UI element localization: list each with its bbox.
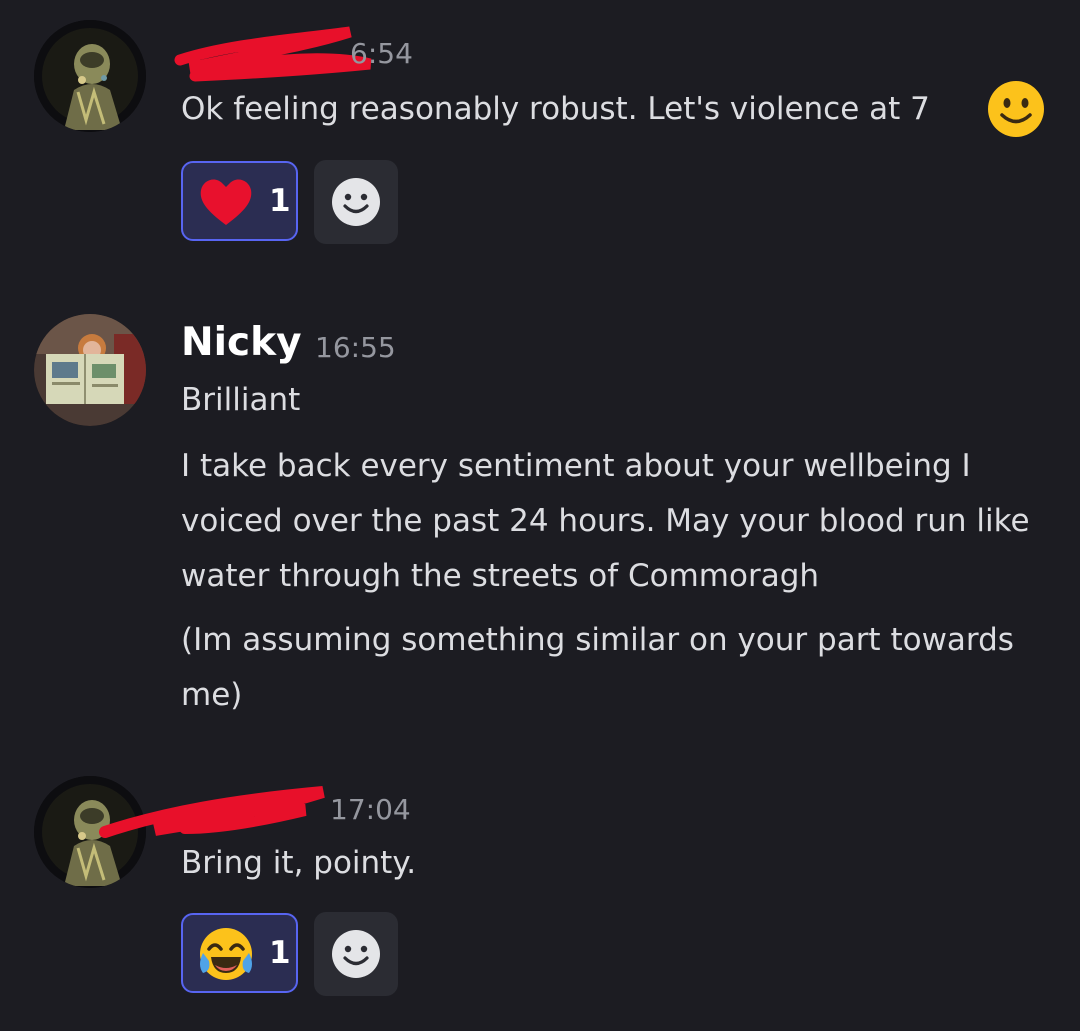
reaction-heart-button[interactable]: 1 [181,161,298,241]
message-author[interactable]: Nicky [181,320,302,365]
red-heart-icon [200,179,252,225]
message-text: Bring it, pointy. [181,845,417,881]
reaction-laugh-button[interactable]: 1 [181,913,298,993]
message-text: (Im assuming something similar on your p… [181,622,1014,713]
message-text: Ok feeling reasonably robust. Let's viol… [181,91,930,127]
add-reaction-button[interactable] [314,160,398,244]
user-avatar[interactable] [34,20,146,132]
message-timestamp: 17:04 [330,793,411,826]
face-with-tears-of-joy-icon [200,928,252,980]
avatar-image [34,314,146,426]
smiley-face-icon [332,178,380,226]
add-reaction-button[interactable] [314,912,398,996]
message-timestamp: 16:55 [315,331,396,364]
avatar-image [34,20,146,132]
reaction-count: 1 [269,935,291,971]
name-redaction-scribble [174,26,372,82]
reaction-count: 1 [269,183,291,219]
user-avatar[interactable] [34,776,146,888]
smiley-face-icon [332,930,380,978]
message-timestamp: 6:54 [350,37,413,70]
user-avatar-nicky[interactable] [34,314,146,426]
slightly-smiling-face-icon[interactable] [987,80,1045,138]
avatar-image [34,776,146,888]
message-text: I take back every sentiment about your w… [181,448,1030,594]
message-text: Brilliant [181,382,301,418]
